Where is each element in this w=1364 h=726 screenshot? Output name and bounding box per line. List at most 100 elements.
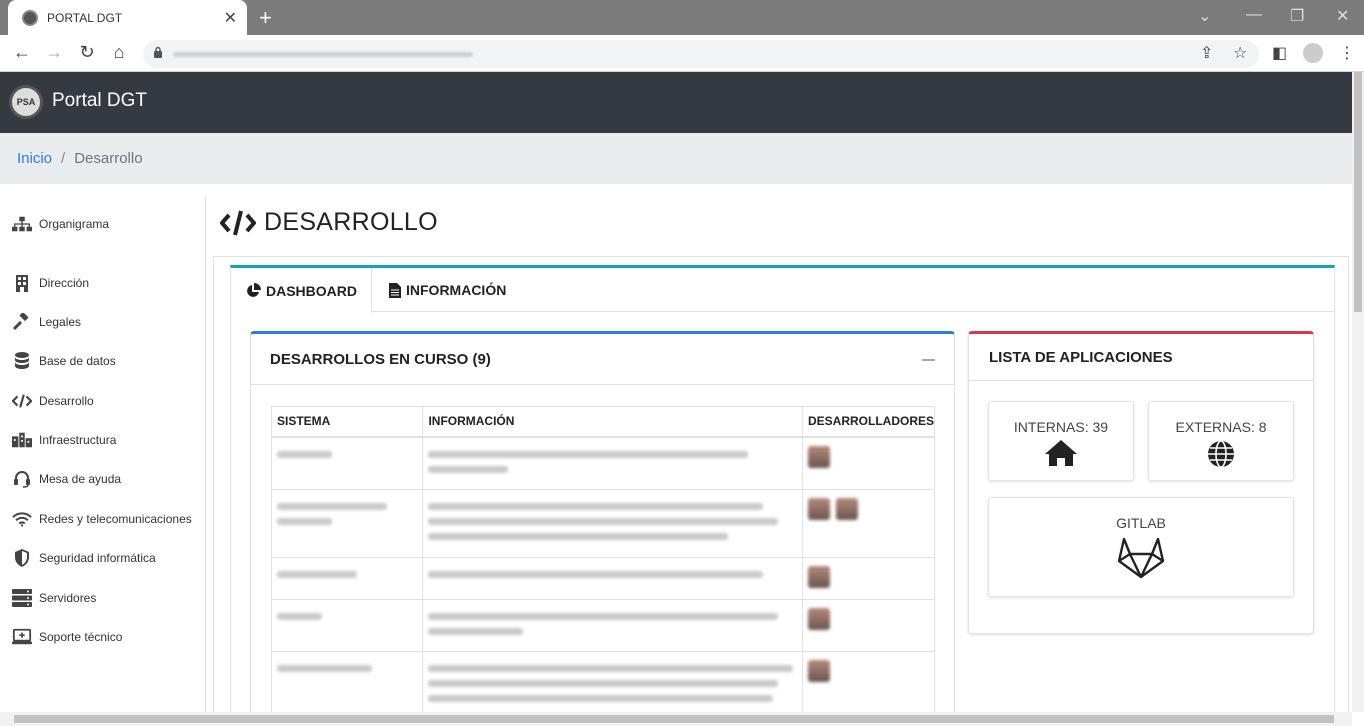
breadcrumb-separator: / xyxy=(61,150,66,167)
gitlab-button[interactable]: GITLAB xyxy=(988,497,1294,597)
city-icon xyxy=(12,431,32,449)
table-row xyxy=(270,556,936,600)
blurred-text xyxy=(428,627,524,635)
gavel-icon xyxy=(12,313,32,331)
sidebar-item-infraestructura[interactable]: Infraestructura xyxy=(12,431,116,449)
sidebar-item-soporte[interactable]: Soporte técnico xyxy=(12,628,122,646)
lock-icon xyxy=(154,46,162,58)
database-icon xyxy=(12,352,32,370)
browser-tabstrip: PORTAL DGT ✕ + ⌄ — ❐ ✕ xyxy=(0,0,1364,35)
blurred-text xyxy=(428,517,779,525)
building-icon xyxy=(12,274,32,292)
brand-title[interactable]: Portal DGT xyxy=(52,90,147,112)
scrollbar-thumb[interactable] xyxy=(14,715,1334,723)
sidebar-item-servidores[interactable]: Servidores xyxy=(12,589,96,607)
avatar[interactable] xyxy=(807,565,830,588)
gitlab-label: GITLAB xyxy=(1116,515,1166,531)
column-header: DESARROLLADORES xyxy=(801,406,936,438)
sitemap-icon xyxy=(12,215,32,233)
developments-card: DESARROLLOS EN CURSO (9) SISTEMA INFORMA… xyxy=(250,331,955,726)
sidebar-item-label: Infraestructura xyxy=(39,433,117,447)
window-close-icon[interactable]: ✕ xyxy=(1336,6,1349,26)
address-bar[interactable] xyxy=(143,40,1259,68)
blurred-text xyxy=(277,664,372,672)
developments-title: DESARROLLOS EN CURSO (9) xyxy=(251,334,954,385)
apps-title: LISTA DE APLICACIONES xyxy=(969,334,1313,381)
blurred-text xyxy=(277,612,322,620)
external-apps-button[interactable]: EXTERNAS: 8 xyxy=(1148,401,1294,481)
table-row xyxy=(270,488,936,558)
server-icon xyxy=(12,589,32,607)
headset-icon xyxy=(12,470,32,488)
page-title: DESARROLLO xyxy=(220,208,438,237)
horizontal-scrollbar[interactable] xyxy=(0,712,1352,726)
external-apps-label: EXTERNAS: 8 xyxy=(1175,419,1267,435)
home-icon[interactable]: ⌂ xyxy=(108,42,130,63)
sidebar-item-organigrama[interactable]: Organigrama xyxy=(12,215,109,233)
code-icon xyxy=(220,210,256,235)
sidebar-item-seguridad[interactable]: Seguridad informática xyxy=(12,549,156,567)
table-row xyxy=(270,650,936,720)
vertical-scrollbar[interactable] xyxy=(1352,72,1364,712)
sidebar-item-label: Soporte técnico xyxy=(39,630,123,644)
column-header: SISTEMA xyxy=(270,406,424,438)
blurred-text xyxy=(277,450,332,458)
tab-dashboard[interactable]: DASHBOARD xyxy=(231,268,372,313)
sidebar-item-label: Redes y telecomunicaciones xyxy=(39,512,192,526)
sidebar-item-label: Dirección xyxy=(39,276,90,290)
internal-apps-label: INTERNAS: 39 xyxy=(1013,419,1109,435)
close-tab-icon[interactable]: ✕ xyxy=(224,8,237,28)
sidebar-item-desarrollo[interactable]: Desarrollo xyxy=(12,392,94,410)
blurred-text xyxy=(428,694,774,702)
table-row xyxy=(270,598,936,652)
sidebar-item-legales[interactable]: Legales xyxy=(12,313,81,331)
avatar[interactable] xyxy=(807,445,830,468)
gitlab-icon xyxy=(989,535,1293,579)
bookmark-star-icon[interactable]: ☆ xyxy=(1233,43,1247,63)
internal-apps-button[interactable]: INTERNAS: 39 xyxy=(988,401,1134,481)
sidebar-item-label: Base de datos xyxy=(39,354,116,368)
sidebar-item-redes[interactable]: Redes y telecomunicaciones xyxy=(12,510,192,528)
back-arrow-icon[interactable]: ← xyxy=(11,42,33,63)
avatar[interactable] xyxy=(807,607,830,630)
minimize-icon[interactable]: — xyxy=(1246,6,1262,24)
blurred-text xyxy=(428,612,779,620)
psa-logo[interactable]: PSA xyxy=(9,85,43,119)
share-icon[interactable]: ⇪ xyxy=(1200,43,1213,63)
code-icon xyxy=(12,392,32,410)
blurred-text xyxy=(277,502,387,510)
home-icon xyxy=(989,439,1133,467)
column-header: INFORMACIÓN xyxy=(422,406,803,438)
browser-toolbar: ← → ↻ ⌂ ⇪ ☆ ◧ ⋮ xyxy=(0,35,1364,72)
avatar[interactable] xyxy=(807,659,830,682)
collapse-icon[interactable] xyxy=(922,359,935,361)
forward-arrow-icon[interactable]: → xyxy=(43,42,65,63)
sidebar-item-base-de-datos[interactable]: Base de datos xyxy=(12,352,116,370)
menu-dots-icon[interactable]: ⋮ xyxy=(1339,43,1355,63)
browser-tab[interactable]: PORTAL DGT ✕ xyxy=(8,0,247,35)
blurred-text xyxy=(428,679,779,687)
tab-informacion[interactable]: INFORMACIÓN xyxy=(389,268,506,312)
tab-search-icon[interactable]: ⌄ xyxy=(1198,6,1211,26)
blurred-text xyxy=(277,517,332,525)
blurred-text xyxy=(428,465,509,473)
scrollbar-thumb[interactable] xyxy=(1354,72,1362,312)
avatar[interactable] xyxy=(807,497,830,520)
globe-icon xyxy=(1149,439,1293,469)
laptop-icon xyxy=(12,628,32,646)
profile-avatar[interactable] xyxy=(1303,43,1323,63)
sidebar-item-label: Seguridad informática xyxy=(39,551,156,565)
sidebar-item-label: Mesa de ayuda xyxy=(39,472,122,486)
page-title-text: DESARROLLO xyxy=(264,208,438,236)
breadcrumb-home-link[interactable]: Inicio xyxy=(17,150,52,167)
chart-pie-icon xyxy=(245,282,261,299)
tab-label: INFORMACIÓN xyxy=(406,282,507,298)
sidebar-item-direccion[interactable]: Dirección xyxy=(12,274,89,292)
restore-icon[interactable]: ❐ xyxy=(1290,6,1304,26)
tabs-bar: DASHBOARD INFORMACIÓN xyxy=(231,268,1334,313)
side-panel-icon[interactable]: ◧ xyxy=(1272,43,1287,63)
new-tab-button[interactable]: + xyxy=(259,5,272,31)
avatar[interactable] xyxy=(835,497,858,520)
sidebar-item-mesa-de-ayuda[interactable]: Mesa de ayuda xyxy=(12,470,121,488)
reload-icon[interactable]: ↻ xyxy=(76,42,98,63)
